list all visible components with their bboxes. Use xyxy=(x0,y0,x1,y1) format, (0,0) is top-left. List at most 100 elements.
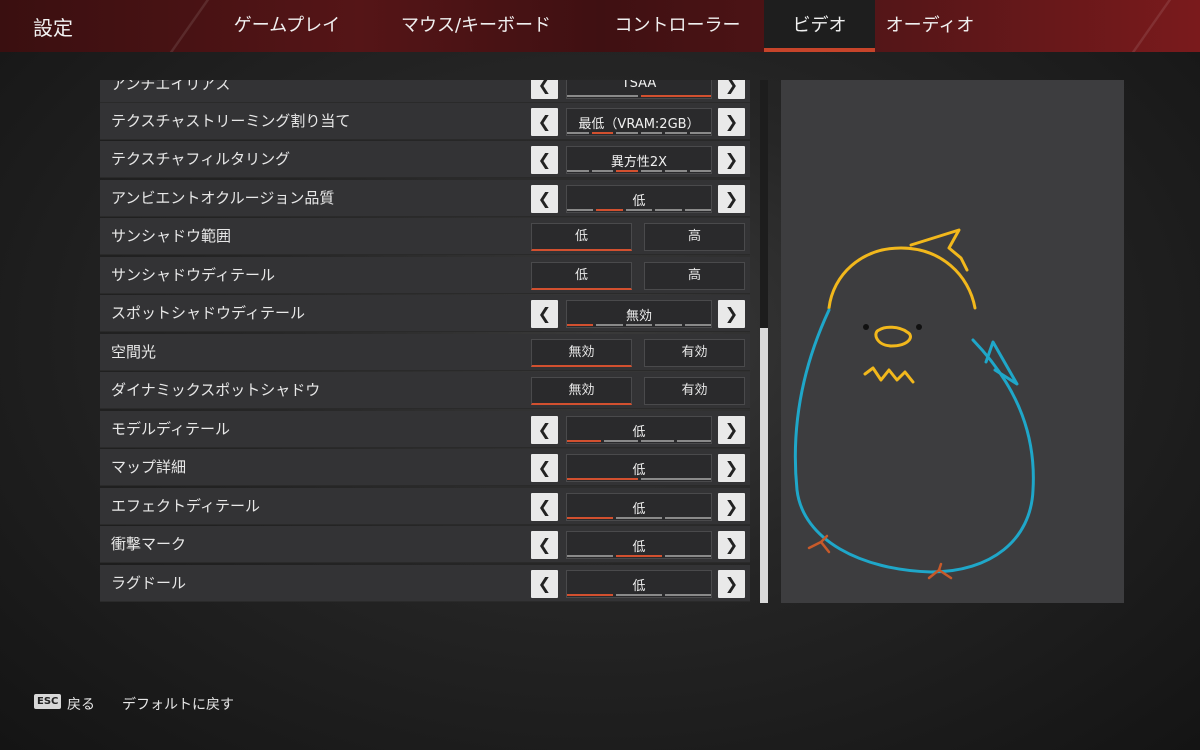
option-selector: 無効 xyxy=(566,300,712,328)
option-value: 異方性2X xyxy=(610,155,668,170)
toggle-option-high[interactable]: 高 xyxy=(644,262,745,290)
decorative-slash xyxy=(1131,0,1172,52)
setting-label: テクスチャフィルタリング xyxy=(111,150,291,168)
previous-option-button[interactable]: ❮ xyxy=(531,80,558,99)
setting-row-ambient-occlusion[interactable]: アンビエントオクルージョン品質 ❮ 低 ❯ xyxy=(100,180,750,217)
toggle-option-enabled[interactable]: 有効 xyxy=(644,377,745,405)
option-value: 低 xyxy=(632,463,646,478)
video-settings-list: アンチエイリアス ❮ TSAA ❯ テクスチャストリーミング割り当て ❮ 最低（… xyxy=(100,80,750,603)
setting-row-sun-shadow-detail[interactable]: サンシャドウディテール 低 高 xyxy=(100,257,750,294)
toggle-option-high[interactable]: 高 xyxy=(644,223,745,251)
setting-label: マップ詳細 xyxy=(111,458,187,476)
bird-eye-right xyxy=(916,324,922,330)
reset-defaults-button[interactable]: デフォルトに戻す xyxy=(122,694,234,714)
setting-row-sun-shadow-coverage[interactable]: サンシャドウ範囲 低 高 xyxy=(100,218,750,255)
previous-option-button[interactable]: ❮ xyxy=(531,493,558,521)
next-option-button[interactable]: ❯ xyxy=(718,80,745,99)
option-selector: 低 xyxy=(566,185,712,213)
setting-label: 衝撃マーク xyxy=(111,535,187,553)
next-option-button[interactable]: ❯ xyxy=(718,416,745,444)
setting-label: アンビエントオクルージョン品質 xyxy=(111,189,335,207)
level-indicator xyxy=(567,478,711,480)
level-indicator xyxy=(567,440,711,442)
next-option-button[interactable]: ❯ xyxy=(718,570,745,598)
level-indicator xyxy=(567,324,712,326)
setting-row-spot-shadow-detail[interactable]: スポットシャドウディテール ❮ 無効 ❯ xyxy=(100,295,750,332)
option-selector: 低 xyxy=(566,570,712,598)
level-indicator xyxy=(567,209,712,211)
setting-label: ラグドール xyxy=(111,574,187,592)
level-indicator xyxy=(567,132,711,134)
next-option-button[interactable]: ❯ xyxy=(718,531,745,559)
back-button-label[interactable]: 戻る xyxy=(67,694,95,714)
footer-back[interactable]: ESC xyxy=(34,694,64,710)
tab-gameplay[interactable]: ゲームプレイ xyxy=(222,0,352,52)
scrollbar-thumb[interactable] xyxy=(760,328,768,603)
previous-option-button[interactable]: ❮ xyxy=(531,416,558,444)
previous-option-button[interactable]: ❮ xyxy=(531,570,558,598)
toggle-option-low[interactable]: 低 xyxy=(531,262,632,290)
toggle-option-enabled[interactable]: 有効 xyxy=(644,339,745,367)
tab-mouse-keyboard[interactable]: マウス/キーボード xyxy=(388,0,564,52)
bird-squiggle xyxy=(863,366,915,384)
tab-controller[interactable]: コントローラー xyxy=(600,0,755,52)
next-option-button[interactable]: ❯ xyxy=(718,493,745,521)
option-value: 低 xyxy=(632,194,646,209)
bird-drawing xyxy=(793,228,1035,580)
previous-option-button[interactable]: ❮ xyxy=(531,300,558,328)
previous-option-button[interactable]: ❮ xyxy=(531,185,558,213)
setting-label: 空間光 xyxy=(111,343,157,361)
option-value: 低 xyxy=(632,502,646,517)
setting-row-anti-aliasing[interactable]: アンチエイリアス ❮ TSAA ❯ xyxy=(100,80,750,103)
setting-row-model-detail[interactable]: モデルディテール ❮ 低 ❯ xyxy=(100,411,750,448)
top-bar: 設定 ゲームプレイ マウス/キーボード コントローラー ビデオ オーディオ xyxy=(0,0,1200,52)
option-value: TSAA xyxy=(621,80,657,91)
option-selector: TSAA xyxy=(566,80,712,99)
setting-row-impact-marks[interactable]: 衝撃マーク ❮ 低 ❯ xyxy=(100,526,750,563)
previous-option-button[interactable]: ❮ xyxy=(531,146,558,174)
level-indicator xyxy=(567,555,711,557)
setting-row-effects-detail[interactable]: エフェクトディテール ❮ 低 ❯ xyxy=(100,488,750,525)
option-value: 低 xyxy=(632,540,646,555)
esc-key-icon: ESC xyxy=(34,694,62,709)
previous-option-button[interactable]: ❮ xyxy=(531,454,558,482)
option-selector: 異方性2X xyxy=(566,146,712,174)
previous-option-button[interactable]: ❮ xyxy=(531,108,558,136)
level-indicator xyxy=(567,95,711,97)
setting-label: サンシャドウディテール xyxy=(111,266,275,284)
next-option-button[interactable]: ❯ xyxy=(718,146,745,174)
option-selector: 低 xyxy=(566,531,712,559)
next-option-button[interactable]: ❯ xyxy=(718,108,745,136)
level-indicator xyxy=(567,517,711,519)
setting-row-texture-streaming[interactable]: テクスチャストリーミング割り当て ❮ 最低（VRAM:2GB） ❯ xyxy=(100,103,750,140)
option-value: 低 xyxy=(632,579,646,594)
setting-row-map-detail[interactable]: マップ詳細 ❮ 低 ❯ xyxy=(100,449,750,486)
toggle-option-low[interactable]: 低 xyxy=(531,223,632,251)
option-value: 低 xyxy=(632,425,646,440)
setting-row-texture-filtering[interactable]: テクスチャフィルタリング ❮ 異方性2X ❯ xyxy=(100,141,750,178)
tab-video[interactable]: ビデオ xyxy=(764,0,875,52)
option-selector: 最低（VRAM:2GB） xyxy=(566,108,712,136)
bird-foot-left xyxy=(807,534,831,554)
next-option-button[interactable]: ❯ xyxy=(718,300,745,328)
tab-audio[interactable]: オーディオ xyxy=(884,0,976,52)
toggle-option-disabled[interactable]: 無効 xyxy=(531,339,632,367)
setting-row-dynamic-spot-shadows[interactable]: ダイナミックスポットシャドウ 無効 有効 xyxy=(100,372,750,409)
next-option-button[interactable]: ❯ xyxy=(718,185,745,213)
setting-label: ダイナミックスポットシャドウ xyxy=(111,381,321,399)
setting-label: サンシャドウ範囲 xyxy=(111,227,232,245)
preview-panel xyxy=(781,80,1124,603)
setting-row-volumetric-lighting[interactable]: 空間光 無効 有効 xyxy=(100,334,750,371)
setting-row-ragdolls[interactable]: ラグドール ❮ 低 ❯ xyxy=(100,565,750,602)
next-option-button[interactable]: ❯ xyxy=(718,454,745,482)
bird-beak xyxy=(874,325,912,348)
previous-option-button[interactable]: ❮ xyxy=(531,531,558,559)
setting-label: アンチエイリアス xyxy=(111,80,231,93)
bird-head-outline xyxy=(827,246,977,310)
bird-eye-left xyxy=(863,324,869,330)
setting-label: エフェクトディテール xyxy=(111,497,260,515)
toggle-option-disabled[interactable]: 無効 xyxy=(531,377,632,405)
setting-label: モデルディテール xyxy=(111,420,230,438)
setting-label: スポットシャドウディテール xyxy=(111,304,305,322)
option-selector: 低 xyxy=(566,454,712,482)
